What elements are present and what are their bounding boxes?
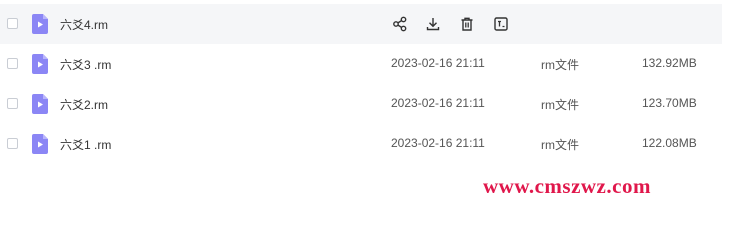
- file-name[interactable]: 六爻4.rm: [60, 16, 108, 33]
- video-file-icon: [32, 14, 48, 34]
- file-name[interactable]: 六爻1 .rm: [60, 136, 111, 153]
- file-type: rm文件: [541, 58, 579, 72]
- rename-icon[interactable]: [491, 14, 511, 34]
- video-file-icon: [32, 94, 48, 114]
- file-type: rm文件: [541, 98, 579, 112]
- file-row[interactable]: 六爻4.rm: [0, 4, 722, 44]
- row-checkbox[interactable]: [7, 58, 18, 69]
- file-name[interactable]: 六爻3 .rm: [60, 56, 111, 73]
- modified-date: 2023-02-16 21:11: [391, 136, 485, 150]
- video-file-icon: [32, 134, 48, 154]
- modified-date: 2023-02-16 21:11: [391, 96, 485, 110]
- file-row[interactable]: 六爻1 .rm 2023-02-16 21:11 rm文件 122.08MB: [0, 124, 722, 164]
- modified-date: 2023-02-16 21:11: [391, 56, 485, 70]
- share-icon[interactable]: [390, 14, 410, 34]
- video-file-icon: [32, 54, 48, 74]
- download-icon[interactable]: [423, 14, 443, 34]
- row-checkbox[interactable]: [7, 98, 18, 109]
- file-size: 123.70MB: [642, 96, 697, 110]
- watermark-text: www.cmszwz.com: [483, 174, 651, 198]
- file-type: rm文件: [541, 138, 579, 152]
- trash-icon[interactable]: [457, 14, 477, 34]
- row-checkbox[interactable]: [7, 18, 18, 29]
- file-list: 六爻4.rm 六爻3 .rm 2023-02-16 21:11 rm文件 132…: [0, 4, 722, 164]
- file-row[interactable]: 六爻3 .rm 2023-02-16 21:11 rm文件 132.92MB: [0, 44, 722, 84]
- row-checkbox[interactable]: [7, 138, 18, 149]
- file-size: 132.92MB: [642, 56, 697, 70]
- file-name[interactable]: 六爻2.rm: [60, 96, 108, 113]
- file-row[interactable]: 六爻2.rm 2023-02-16 21:11 rm文件 123.70MB: [0, 84, 722, 124]
- file-size: 122.08MB: [642, 136, 697, 150]
